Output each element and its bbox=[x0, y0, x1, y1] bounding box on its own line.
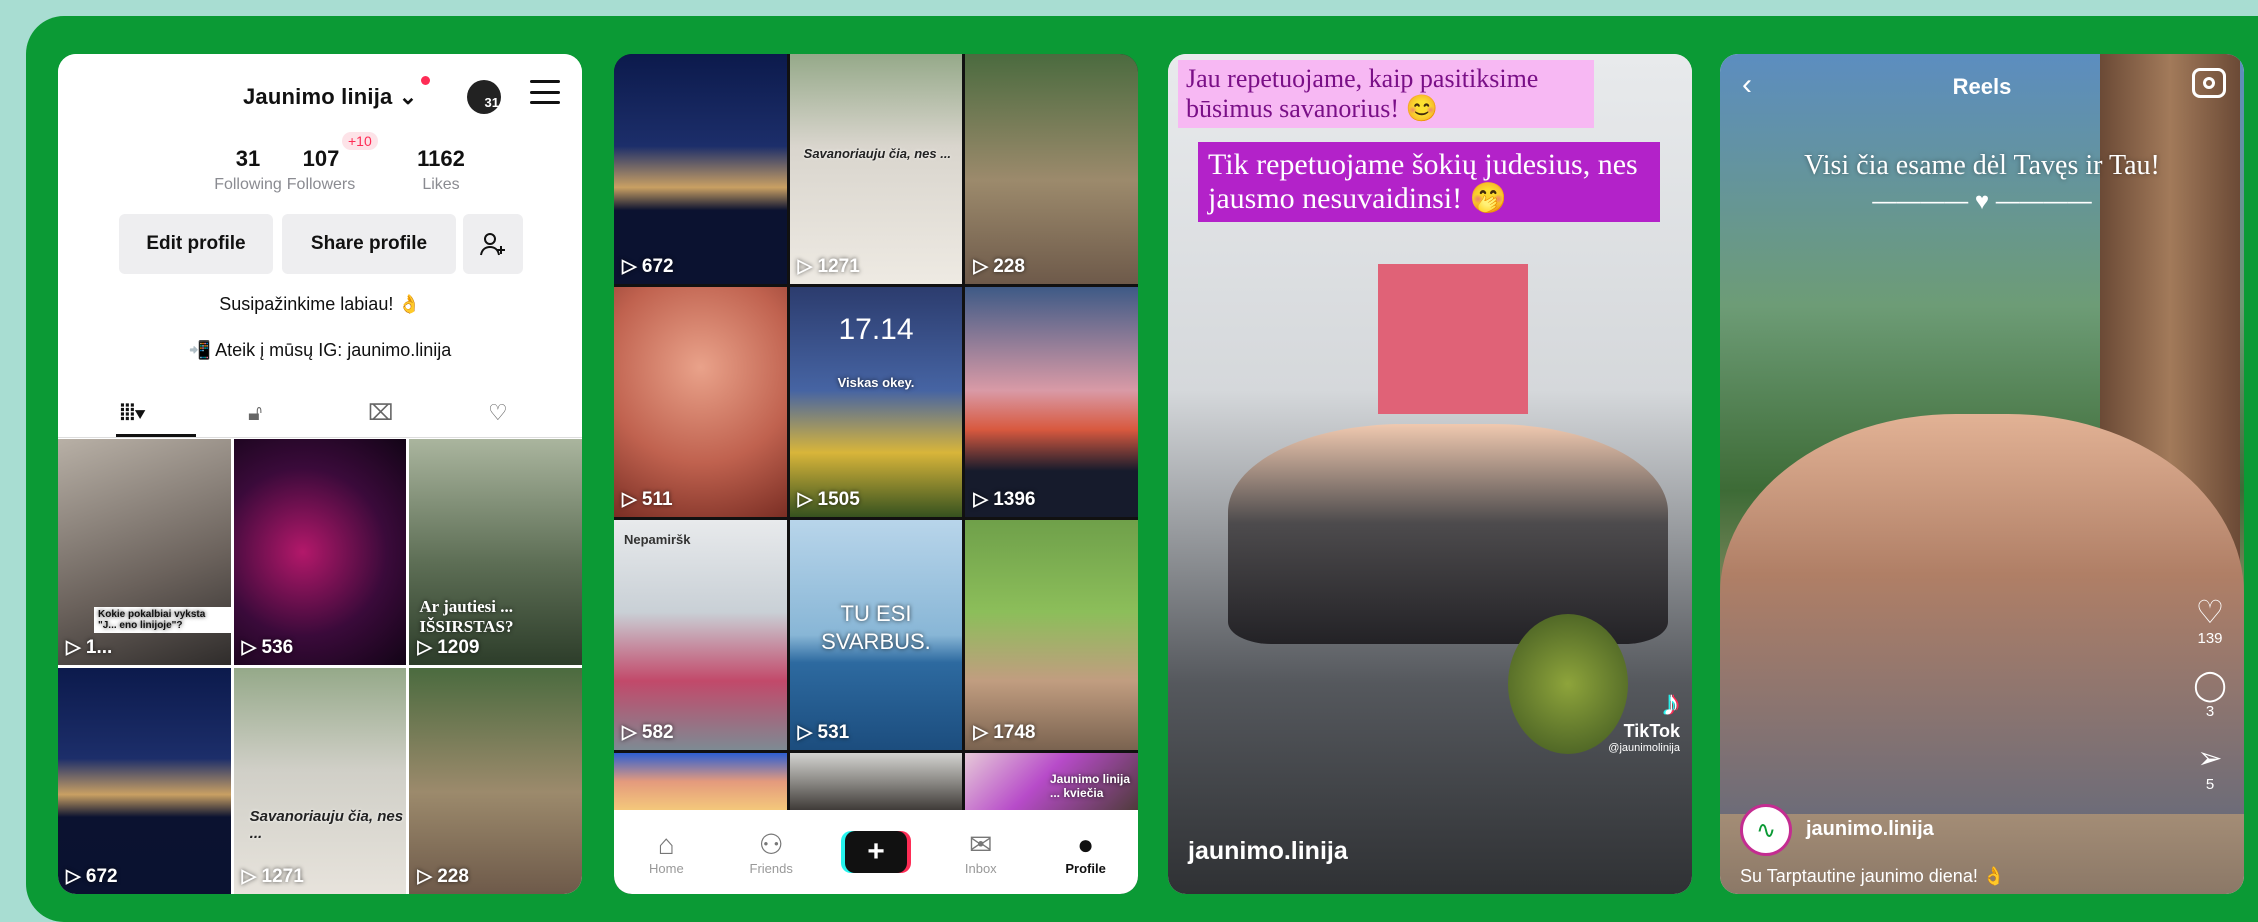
like-heart-icon[interactable]: ♡ bbox=[2190, 594, 2230, 630]
plus-icon: + bbox=[844, 831, 907, 873]
view-count: ▷ 536 bbox=[241, 637, 294, 658]
video-thumb[interactable]: ▷ 1396 bbox=[965, 287, 1138, 517]
video-thumb[interactable]: TU ESI SVARBUS. ▷ 531 bbox=[789, 520, 963, 750]
nav-create[interactable]: + bbox=[836, 831, 916, 873]
view-count: ▷ 228 bbox=[417, 866, 469, 887]
profile-video-grid: Kokie pokalbiai vyksta "J... eno linijoj… bbox=[58, 439, 582, 894]
account-avatar[interactable]: ∿ bbox=[1740, 804, 1792, 856]
video-thumb[interactable]: ▷ 511 bbox=[614, 287, 787, 517]
bottom-navigation: ⌂ Home ⚇ Friends + ✉ Inbox ● Profile bbox=[614, 810, 1138, 894]
nav-friends[interactable]: ⚇ Friends bbox=[731, 829, 811, 876]
home-icon: ⌂ bbox=[657, 828, 675, 860]
reel-account-name[interactable]: jaunimo.linija bbox=[1806, 818, 1934, 841]
video-thumb[interactable]: ▷ 672 bbox=[614, 54, 787, 284]
comment-count: 3 bbox=[2205, 703, 2215, 720]
tiktok-logo-icon: ♪ bbox=[1662, 682, 1680, 723]
caption-2: Tik repetuojame šokių judesius, nes jaus… bbox=[1198, 142, 1660, 222]
nav-profile[interactable]: ● Profile bbox=[1046, 829, 1126, 876]
video-thumb[interactable]: ▷ 228 bbox=[409, 668, 582, 894]
edit-profile-button[interactable]: Edit profile bbox=[119, 214, 273, 274]
reel-caption: Su Tarptautine jaunimo diena! 👌 bbox=[1740, 866, 2006, 886]
instagram-reel-screen: ‹ Reels Visi čia esame dėl Tavęs ir Tau!… bbox=[1720, 54, 2244, 894]
tiktok-video-screen: Jau repetuojame, kaip pasitiksime būsimu… bbox=[1168, 54, 1692, 894]
reels-title: Reels bbox=[1952, 74, 2012, 99]
reposts-tab-icon[interactable]: ⌧ bbox=[368, 400, 393, 426]
stat-followers[interactable]: 107 Followers bbox=[266, 146, 376, 194]
tiktok-profile-screen: Jaunimo linija ⌄ 31 31 Following 107 Fol… bbox=[58, 54, 582, 894]
friends-icon: ⚇ bbox=[758, 828, 784, 860]
video-thumb[interactable]: Nepamiršk ▷ 582 bbox=[614, 520, 787, 750]
add-friend-icon[interactable] bbox=[463, 214, 523, 274]
group-of-people bbox=[1228, 424, 1668, 644]
video-thumb[interactable]: ▷ 672 bbox=[58, 668, 231, 894]
video-thumb[interactable]: Jaunimo linija ... kviečia bbox=[965, 753, 1138, 810]
video-thumb[interactable]: Savanoriauju čia, nes ... ▷ 1271 bbox=[233, 668, 407, 894]
followers-new-badge: +10 bbox=[342, 132, 378, 150]
reel-actions: ♡ 139 ◯ 3 ➢ 5 bbox=[2190, 594, 2230, 793]
feed-video-grid: ▷ 672 Savanoriauju čia, nes ... ▷ 1271 ▷… bbox=[614, 54, 1138, 810]
video-thumb[interactable]: Savanoriauju čia, nes ... ▷ 1271 bbox=[789, 54, 963, 284]
view-count: ▷ 672 bbox=[66, 866, 118, 887]
profile-tabs: ⦙⦙⦙▾ 🔓︎ ⌧ ♡ bbox=[58, 396, 582, 438]
account-name[interactable]: jaunimo.linija bbox=[1188, 837, 1348, 866]
inbox-icon: ✉ bbox=[969, 828, 993, 860]
stat-likes[interactable]: 1162 Likes bbox=[386, 146, 496, 194]
share-send-icon[interactable]: ➢ bbox=[2190, 742, 2230, 776]
notification-avatar[interactable]: 31 bbox=[467, 80, 501, 114]
wall-poster bbox=[1378, 264, 1528, 414]
comment-icon[interactable]: ◯ bbox=[2190, 669, 2230, 703]
camera-icon[interactable] bbox=[2192, 68, 2226, 98]
tiktok-watermark: ♪ TikTok @jaunimolinija bbox=[1608, 682, 1680, 755]
view-count: ▷ 1... bbox=[66, 637, 113, 658]
profile-icon: ● bbox=[1077, 828, 1095, 860]
caption-1: Jau repetuojame, kaip pasitiksime būsimu… bbox=[1178, 60, 1594, 128]
liked-tab-icon[interactable]: ♡ bbox=[488, 400, 508, 426]
video-thumb[interactable]: ▷ 1748 bbox=[965, 520, 1138, 750]
bio-line-1: Susipažinkime labiau! 👌 bbox=[219, 294, 421, 314]
profile-header: Jaunimo linija ⌄ 31 31 Following 107 Fol… bbox=[58, 54, 582, 438]
private-tab-icon[interactable]: 🔓︎ bbox=[248, 400, 262, 426]
video-thumb[interactable]: ▷ 228 bbox=[965, 54, 1138, 284]
nav-home[interactable]: ⌂ Home bbox=[626, 829, 706, 876]
tiktok-video-grid-screen: ▷ 672 Savanoriauju čia, nes ... ▷ 1271 ▷… bbox=[614, 54, 1138, 894]
video-thumb[interactable]: ▷ 536 bbox=[233, 439, 407, 665]
reel-overlay-text: Visi čia esame dėl Tavęs ir Tau! bbox=[1804, 150, 2160, 181]
heart-divider-icon: ———— ♥ ———— bbox=[1872, 188, 2092, 215]
like-count: 139 bbox=[2197, 630, 2223, 647]
tab-divider bbox=[58, 437, 582, 438]
profile-username[interactable]: Jaunimo linija ⌄ bbox=[243, 84, 417, 110]
video-thumb[interactable] bbox=[789, 753, 963, 810]
video-thumb[interactable]: Kokie pokalbiai vyksta "J... eno linijoj… bbox=[58, 439, 231, 665]
bio-line-2[interactable]: 📲 Ateik į mūsų IG: jaunimo.linija bbox=[58, 340, 582, 361]
share-profile-button[interactable]: Share profile bbox=[282, 214, 456, 274]
share-count: 5 bbox=[2205, 776, 2215, 793]
video-thumb[interactable]: 17.14 Viskas okey. ▷ 1505 bbox=[789, 287, 963, 517]
videos-grid-tab-icon[interactable]: ⦙⦙⦙▾ bbox=[120, 400, 146, 426]
menu-icon[interactable] bbox=[530, 80, 560, 104]
nav-inbox[interactable]: ✉ Inbox bbox=[941, 829, 1021, 876]
video-thumb[interactable]: Ar jautiesi ... IŠSIRSTAS? ▷ 1209 bbox=[409, 439, 582, 665]
view-count: ▷ 1271 bbox=[241, 866, 304, 887]
crowd-waving bbox=[1720, 414, 2244, 814]
notification-dot bbox=[421, 76, 430, 85]
view-count: ▷ 1209 bbox=[417, 637, 480, 658]
video-thumb[interactable] bbox=[614, 753, 787, 810]
